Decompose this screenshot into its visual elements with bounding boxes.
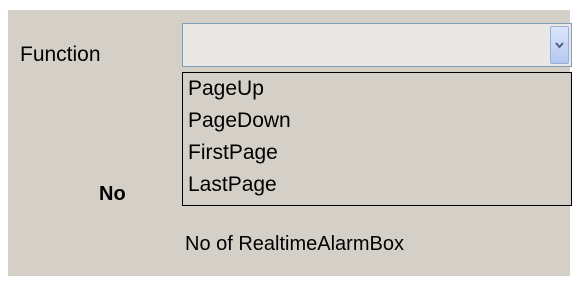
no-of-realtime-alarm-box-text: No of RealtimeAlarmBox [185, 233, 404, 255]
function-select-arrow-button[interactable] [550, 26, 569, 64]
function-label: Function [20, 43, 101, 66]
function-select[interactable] [182, 23, 572, 67]
dropdown-option-pageup[interactable]: PageUp [183, 73, 571, 105]
function-dropdown-list: PageUp PageDown FirstPage LastPage [182, 72, 572, 206]
dropdown-option-pagedown[interactable]: PageDown [183, 105, 571, 137]
dropdown-option-firstpage[interactable]: FirstPage [183, 137, 571, 169]
properties-panel: Function PageUp PageDown FirstPage LastP… [8, 10, 572, 276]
dropdown-option-lastpage[interactable]: LastPage [183, 169, 571, 201]
chevron-down-icon [555, 42, 564, 49]
no-label: No [99, 183, 126, 205]
